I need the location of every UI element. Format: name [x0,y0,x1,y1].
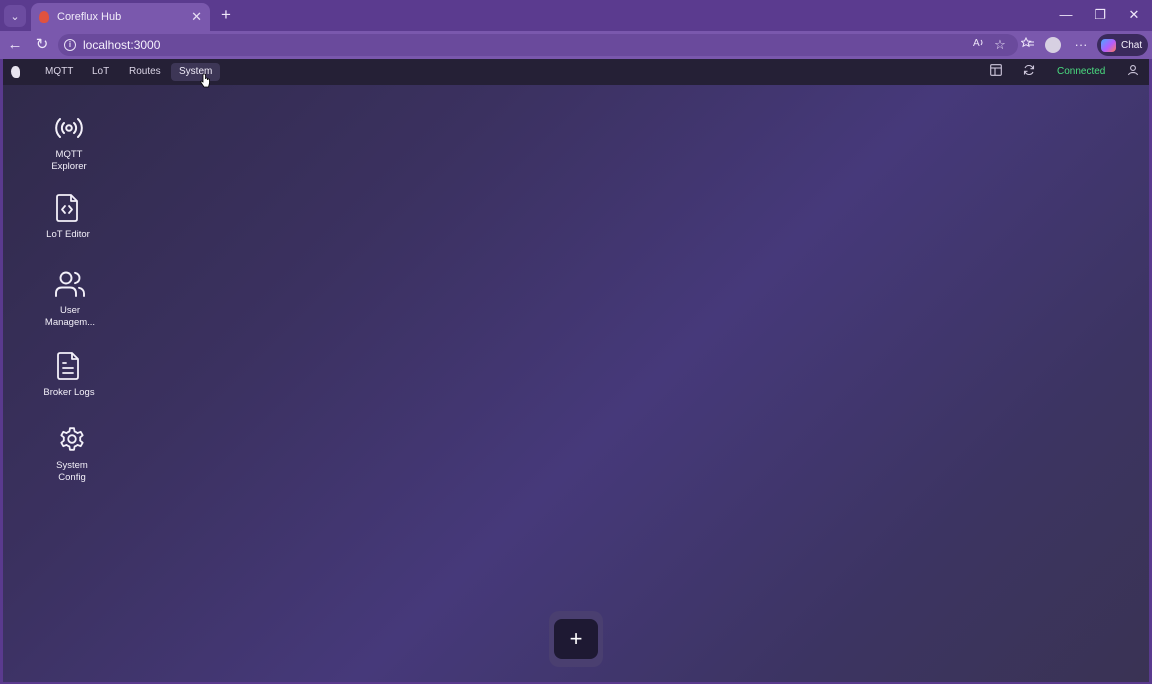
url-text: localhost:3000 [83,38,161,52]
more-options-icon[interactable]: ··· [1072,35,1090,55]
info-icon[interactable]: i [64,39,76,51]
chat-label: Chat [1121,39,1143,51]
desktop-item-user-management[interactable]: User Managem... [35,269,105,329]
desktop-item-label: LoT Editor [46,229,90,240]
app-window: MQTT LoT Routes System Connected MQTT Ex… [3,59,1149,682]
code-file-icon [56,194,78,222]
read-aloud-icon[interactable]: A [970,35,988,55]
desktop-item-lot-editor[interactable]: LoT Editor [33,193,103,241]
desktop-item-label: User Managem... [44,305,96,328]
menu-mqtt[interactable]: MQTT [37,63,81,81]
desktop-item-label: MQTT Explorer [51,149,87,172]
minimize-button[interactable]: — [1056,6,1076,24]
app-header: MQTT LoT Routes System Connected [3,59,1149,85]
desktop-item-system-config[interactable]: System Config [37,424,107,484]
tab-title: Coreflux Hub [57,11,122,23]
address-bar[interactable]: i localhost:3000 [58,34,1018,56]
favorite-star-icon[interactable]: ☆ [991,35,1009,55]
profile-avatar[interactable] [1045,37,1061,53]
reload-icon[interactable]: ↻ [32,35,52,55]
broadcast-icon [55,118,83,138]
browser-toolbar: ← ↻ i localhost:3000 A ☆ ··· Chat [0,31,1152,59]
browser-tab[interactable]: Coreflux Hub ✕ [31,3,210,31]
favorites-list-icon[interactable] [1018,35,1036,55]
svg-text:A: A [973,38,980,49]
coreflux-logo-icon[interactable] [11,66,20,78]
menu-routes[interactable]: Routes [121,63,169,81]
add-button[interactable]: + [554,619,598,659]
copilot-chat-button[interactable]: Chat [1097,34,1148,56]
coreflux-favicon-icon [39,11,49,23]
connection-status: Connected [1057,66,1106,77]
back-arrow-icon[interactable]: ← [5,35,25,55]
layout-icon[interactable] [988,64,1004,80]
user-icon[interactable] [1125,64,1141,80]
tab-close-icon[interactable]: ✕ [191,9,202,25]
mouse-cursor-icon [200,74,210,88]
users-icon [55,271,85,297]
close-window-button[interactable]: ✕ [1124,6,1144,24]
restore-button[interactable]: ❐ [1090,6,1110,24]
gear-icon [60,427,84,451]
chevron-down-icon: ⌄ [10,10,20,23]
add-button-container: + [549,611,603,667]
tab-list-button[interactable]: ⌄ [4,5,26,27]
menu-system[interactable]: System [171,63,221,81]
copilot-icon [1101,38,1116,52]
menu-lot[interactable]: LoT [84,63,117,81]
desktop-item-broker-logs[interactable]: Broker Logs [34,351,104,399]
refresh-icon[interactable] [1021,64,1037,80]
browser-tabstrip: ⌄ Coreflux Hub ✕ + — ❐ ✕ [0,0,1152,31]
desktop-item-label: System Config [56,460,88,483]
desktop-item-label: Broker Logs [43,387,95,398]
desktop-item-mqtt-explorer[interactable]: MQTT Explorer [34,113,104,173]
new-tab-button[interactable]: + [216,5,236,25]
document-icon [57,352,79,380]
